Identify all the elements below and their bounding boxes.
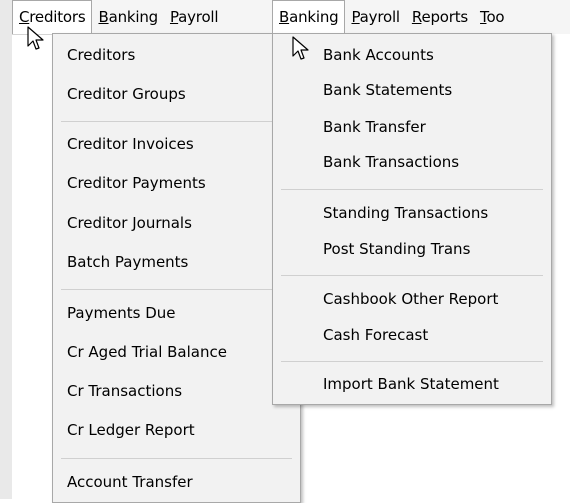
menu-separator	[281, 275, 543, 276]
menu-separator	[61, 458, 292, 459]
banking-hotkey: B	[98, 8, 109, 26]
menubar-tools[interactable]: Too	[474, 0, 510, 26]
reports-label: eports	[421, 8, 469, 26]
window-left-edge	[0, 0, 12, 499]
banking-hotkey: B	[279, 8, 290, 26]
menubar-creditors[interactable]: Creditors	[12, 0, 93, 34]
menu-item-cr-aged-trial-balance[interactable]: Cr Aged Trial Balance	[67, 343, 300, 361]
menu-item-cash-forecast[interactable]: Cash Forecast	[323, 326, 551, 344]
tools-label: oo	[486, 8, 505, 26]
payroll-label: ayroll	[359, 8, 400, 26]
menubar-banking-open[interactable]: Banking	[272, 0, 346, 34]
menubar-left: Creditors Banking Payroll	[12, 0, 274, 35]
menu-item-cashbook-other-report[interactable]: Cashbook Other Report	[323, 290, 551, 308]
menu-item-bank-accounts[interactable]: Bank Accounts	[323, 46, 551, 64]
reports-hotkey: R	[411, 8, 422, 26]
payroll-hotkey: P	[351, 8, 360, 26]
menu-item-bank-statements[interactable]: Bank Statements	[323, 81, 551, 99]
banking-dropdown-menu: Bank Accounts Bank Statements Bank Trans…	[272, 33, 552, 405]
menubar-right: Banking Payroll Reports Too	[272, 0, 570, 34]
menu-item-creditor-payments[interactable]: Creditor Payments	[67, 174, 300, 192]
menu-separator	[61, 289, 292, 290]
menu-item-creditor-groups[interactable]: Creditor Groups	[67, 85, 300, 103]
menu-item-payments-due[interactable]: Payments Due	[67, 304, 300, 322]
creditors-label: reditors	[29, 8, 86, 26]
menu-separator	[61, 121, 292, 122]
creditors-dropdown-menu: Creditors Creditor Groups Creditor Invoi…	[52, 33, 301, 503]
payroll-label: ayroll	[178, 8, 219, 26]
menubar-payroll[interactable]: Payroll	[345, 0, 405, 26]
menubar-payroll[interactable]: Payroll	[164, 0, 224, 26]
menu-item-creditor-invoices[interactable]: Creditor Invoices	[67, 135, 300, 153]
menu-item-cr-transactions[interactable]: Cr Transactions	[67, 382, 300, 400]
menu-separator	[281, 189, 543, 190]
menu-item-cr-ledger-report[interactable]: Cr Ledger Report	[67, 421, 300, 439]
menubar-reports[interactable]: Reports	[406, 0, 474, 26]
menu-item-bank-transactions[interactable]: Bank Transactions	[323, 153, 551, 171]
menubar-banking[interactable]: Banking	[92, 0, 163, 26]
creditors-hotkey: C	[19, 8, 30, 26]
menu-item-post-standing-trans[interactable]: Post Standing Trans	[323, 240, 551, 258]
menu-item-account-transfer[interactable]: Account Transfer	[67, 473, 300, 491]
banking-label: anking	[108, 8, 159, 26]
menu-item-batch-payments[interactable]: Batch Payments	[67, 253, 300, 271]
arrow-cursor-icon	[292, 36, 309, 60]
menu-item-creditor-journals[interactable]: Creditor Journals	[67, 214, 300, 232]
banking-label: anking	[289, 8, 339, 26]
menu-separator	[281, 361, 543, 362]
menu-item-creditors[interactable]: Creditors	[67, 46, 300, 64]
menu-item-standing-transactions[interactable]: Standing Transactions	[323, 204, 551, 222]
menu-item-bank-transfer[interactable]: Bank Transfer	[323, 118, 551, 136]
arrow-cursor-icon	[27, 26, 44, 50]
payroll-hotkey: P	[169, 8, 179, 26]
menu-item-import-bank-statement[interactable]: Import Bank Statement	[323, 375, 551, 393]
